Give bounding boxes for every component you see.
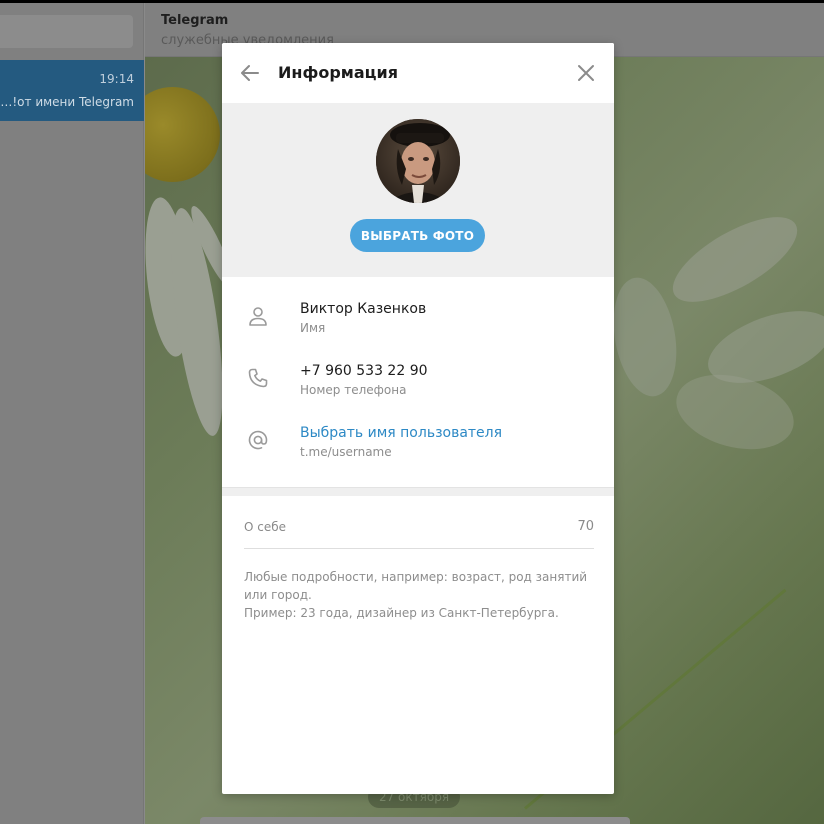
message-input-bar[interactable] (200, 817, 630, 824)
profile-phone-label: Номер телефона (300, 383, 407, 397)
bio-hint-line: Любые подробности, например: возраст, ро… (244, 570, 588, 584)
bio-label: О себе (244, 520, 287, 534)
profile-info-modal: Информация ВЫБРАТЬ ФОТО Виктор Казенков … (222, 43, 614, 794)
bio-input[interactable] (244, 509, 594, 549)
choose-username-link[interactable]: Выбрать имя пользователя (300, 425, 502, 441)
bio-char-counter: 70 (577, 519, 594, 534)
choose-photo-button[interactable]: ВЫБРАТЬ ФОТО (350, 219, 485, 252)
bio-hint-line: Пример: 23 года, дизайнер из Санкт-Петер… (244, 606, 559, 620)
daisy-petal-blurred (660, 200, 810, 319)
user-icon (249, 307, 267, 326)
chat-item-time: 19:14 (99, 72, 134, 86)
profile-username-hint: t.me/username (300, 445, 392, 459)
modal-header: Информация (222, 43, 614, 103)
phone-icon (248, 368, 268, 388)
bio-hint: Любые подробности, например: возраст, ро… (244, 568, 594, 622)
search-input[interactable] (0, 15, 133, 48)
close-button[interactable] (574, 61, 598, 85)
photo-section: ВЫБРАТЬ ФОТО (222, 103, 614, 277)
profile-row-username[interactable]: Выбрать имя пользователя t.me/username (222, 425, 614, 487)
bio-hint-line: или город. (244, 588, 312, 602)
profile-name-label: Имя (300, 321, 326, 335)
arrow-left-icon (241, 65, 259, 81)
modal-title: Информация (278, 63, 398, 82)
daisy-center (145, 87, 220, 182)
chat-list-pane: 19:14 от имени Telegram! ... (0, 3, 144, 824)
close-icon (578, 65, 594, 81)
daisy-petal-blurred (667, 362, 803, 462)
chat-item-preview: от имени Telegram! ... (0, 95, 134, 109)
section-divider (222, 487, 614, 496)
chat-title[interactable]: Telegram (161, 13, 228, 28)
profile-name-value: Виктор Казенков (300, 301, 427, 317)
avatar[interactable] (376, 119, 460, 203)
profile-phone-value: +7 960 533 22 90 (300, 363, 428, 379)
avatar-photo (376, 119, 460, 203)
chat-list-item-selected[interactable]: 19:14 от имени Telegram! ... (0, 60, 144, 121)
profile-row-phone[interactable]: +7 960 533 22 90 Номер телефона (222, 363, 614, 425)
back-button[interactable] (238, 61, 262, 85)
at-icon (248, 430, 268, 450)
profile-row-name[interactable]: Виктор Казенков Имя (222, 301, 614, 363)
